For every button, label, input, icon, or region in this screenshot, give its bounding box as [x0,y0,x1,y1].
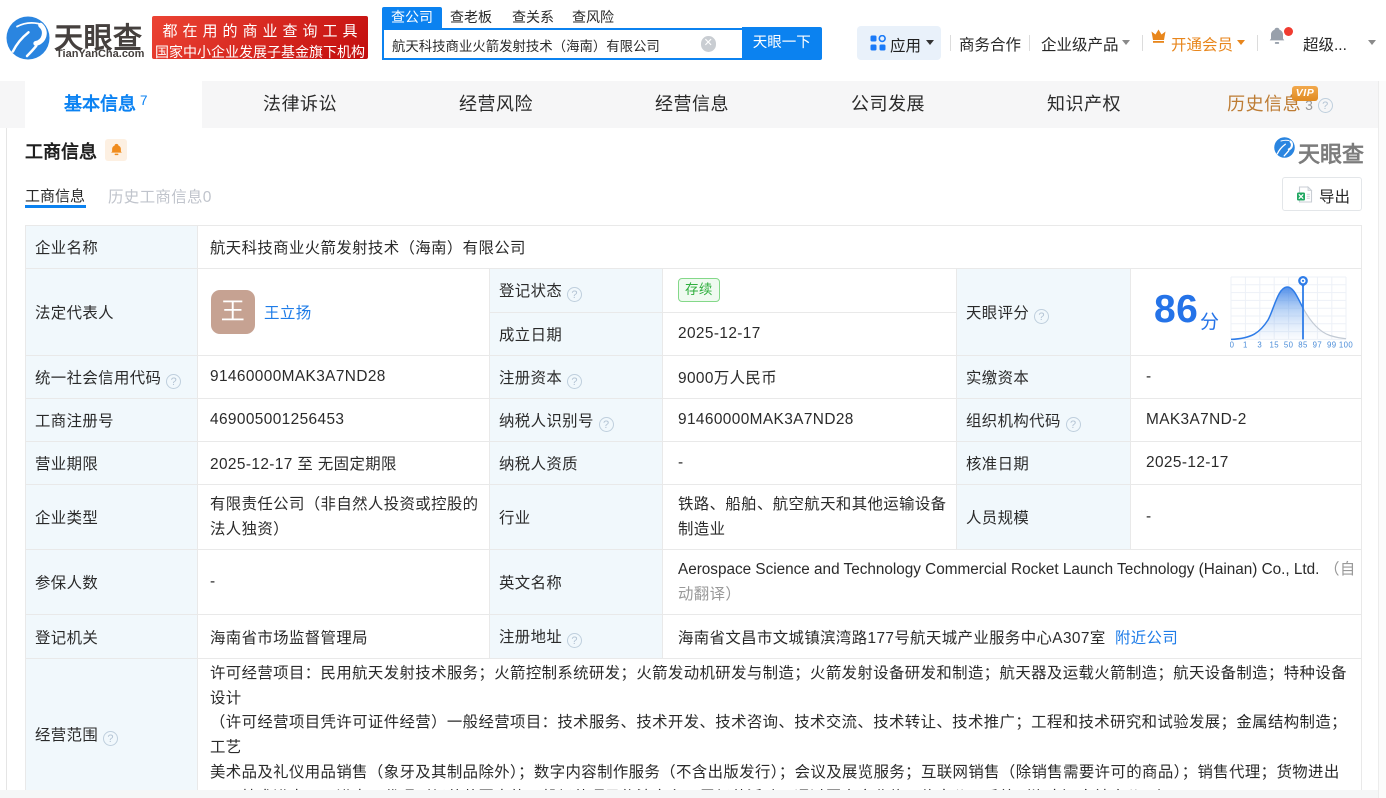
svg-text:97: 97 [1313,341,1322,350]
svg-text:3: 3 [1257,341,1262,350]
svg-text:0: 0 [1230,341,1235,350]
svg-text:50: 50 [1284,341,1294,350]
svg-text:15: 15 [1269,341,1279,350]
svg-text:99: 99 [1327,341,1336,350]
svg-text:1: 1 [1243,341,1248,350]
svg-text:100: 100 [1339,341,1353,350]
svg-text:85: 85 [1298,341,1308,350]
